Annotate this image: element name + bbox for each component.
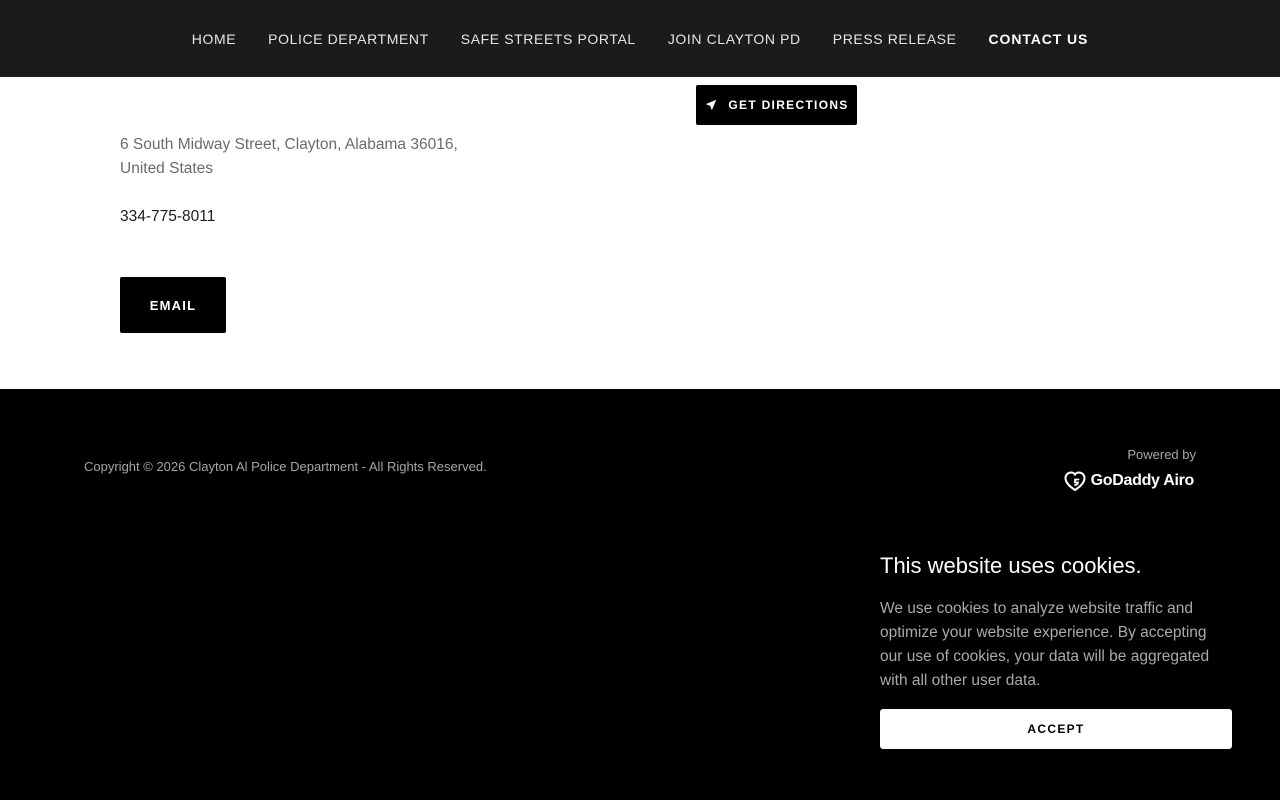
navigation-arrow-icon	[704, 98, 718, 112]
nav-item-safe-streets-portal[interactable]: SAFE STREETS PORTAL	[461, 31, 636, 47]
contact-section: GET DIRECTIONS 6 South Midway Street, Cl…	[0, 77, 1280, 389]
nav-item-press-release[interactable]: PRESS RELEASE	[833, 31, 957, 47]
accept-cookies-button[interactable]: ACCEPT	[880, 709, 1232, 749]
copyright-text: Copyright © 2026 Clayton Al Police Depar…	[84, 459, 487, 474]
footer: Copyright © 2026 Clayton Al Police Depar…	[0, 389, 1280, 800]
get-directions-button[interactable]: GET DIRECTIONS	[696, 85, 857, 125]
address: 6 South Midway Street, Clayton, Alabama …	[120, 133, 480, 181]
address-line-1: 6 South Midway Street, Clayton, Alabama …	[120, 136, 458, 153]
nav-item-home[interactable]: HOME	[192, 31, 236, 47]
get-directions-label: GET DIRECTIONS	[728, 98, 849, 112]
godaddy-airo-link[interactable]: GoDaddy Airo	[1063, 470, 1194, 492]
cookie-banner: This website uses cookies. We use cookie…	[880, 549, 1232, 749]
nav-item-police-department[interactable]: POLICE DEPARTMENT	[268, 31, 429, 47]
nav-item-join-clayton-pd[interactable]: JOIN CLAYTON PD	[668, 31, 801, 47]
godaddy-airo-brand: GoDaddy Airo	[1090, 472, 1195, 489]
phone-link[interactable]: 334-775-8011	[120, 205, 215, 229]
nav-item-contact-us[interactable]: CONTACT US	[989, 31, 1089, 47]
godaddy-heart-icon	[1063, 470, 1087, 492]
address-line-2: United States	[120, 160, 214, 177]
cookie-title: This website uses cookies.	[880, 553, 1142, 578]
top-navigation: HOME POLICE DEPARTMENT SAFE STREETS PORT…	[0, 0, 1280, 77]
email-button[interactable]: EMAIL	[120, 277, 226, 333]
cookie-text: We use cookies to analyze website traffi…	[880, 600, 1210, 689]
powered-by-label: Powered by	[1127, 447, 1196, 462]
